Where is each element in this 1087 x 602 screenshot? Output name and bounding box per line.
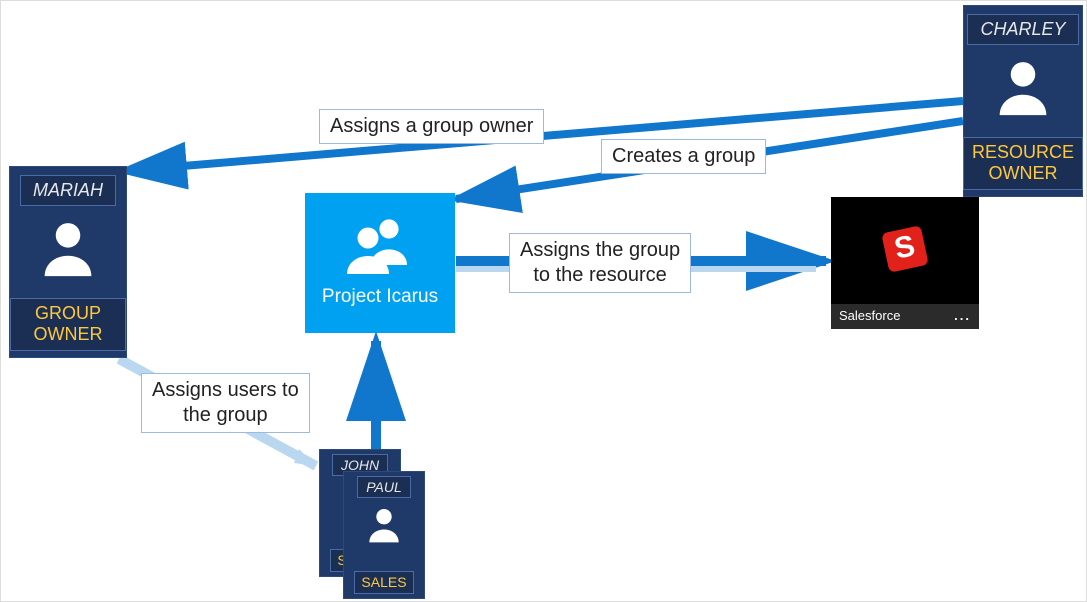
group-tile: Project Icarus (305, 193, 455, 333)
label-creates-group: Creates a group (601, 139, 766, 174)
actor-paul: PAUL SALES (343, 471, 425, 599)
label-line: Assigns users to (152, 379, 299, 401)
label-assigns-users: Assigns users to the group (141, 373, 310, 433)
actor-charley-name: CHARLEY (967, 14, 1078, 45)
resource-icon-wrap: S (831, 197, 979, 304)
person-icon (362, 502, 406, 546)
actor-charley: CHARLEY RESOURCE OWNER (963, 5, 1083, 197)
label-line: to the resource (533, 264, 666, 286)
actor-paul-name: PAUL (357, 476, 411, 498)
actor-mariah-role: GROUP OWNER (10, 298, 126, 351)
salesforce-icon: S (875, 221, 935, 281)
label-line: Assigns the group (520, 239, 680, 261)
more-icon[interactable]: ... (954, 308, 971, 323)
resource-name: Salesforce (839, 308, 900, 323)
resource-tile: S Salesforce ... (831, 197, 979, 329)
group-icon (344, 208, 416, 280)
person-icon (988, 51, 1058, 121)
actor-paul-role: SALES (354, 571, 413, 594)
actor-mariah-name: MARIAH (20, 175, 116, 206)
label-assigns-owner: Assigns a group owner (319, 109, 544, 144)
actor-charley-role: RESOURCE OWNER (963, 137, 1083, 190)
label-line: the group (183, 404, 268, 426)
person-icon (33, 212, 103, 282)
group-name: Project Icarus (322, 280, 438, 318)
diagram-canvas: CHARLEY RESOURCE OWNER MARIAH GROUP OWNE… (0, 0, 1087, 602)
label-assigns-resource: Assigns the group to the resource (509, 233, 691, 293)
actor-mariah: MARIAH GROUP OWNER (9, 166, 127, 358)
